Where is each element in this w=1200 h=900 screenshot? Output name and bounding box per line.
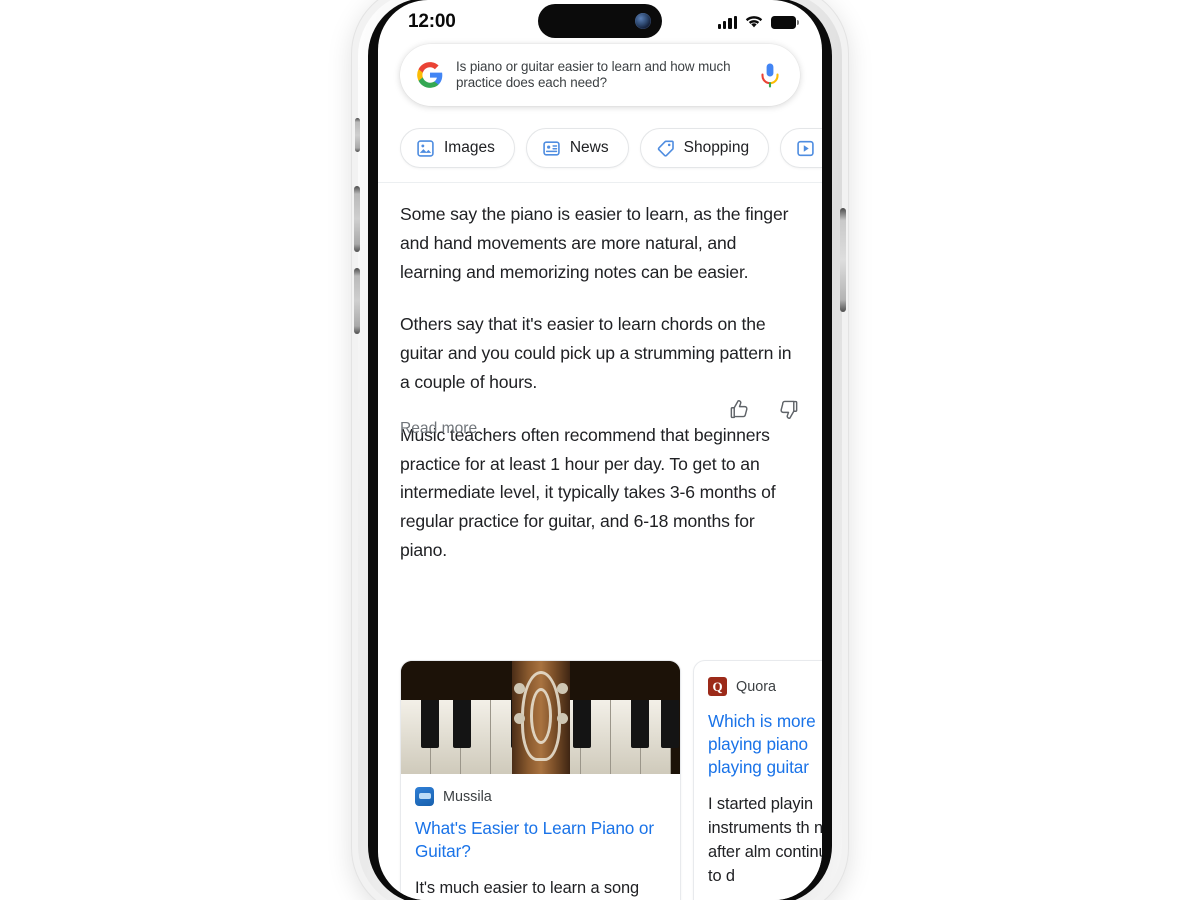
card-source-row: Q Quora [708, 677, 822, 696]
microphone-icon[interactable] [758, 62, 782, 88]
status-bar-clock: 12:00 [408, 11, 456, 32]
google-g-logo [417, 62, 443, 88]
video-play-icon [797, 140, 814, 156]
mussila-favicon [415, 787, 434, 806]
card-title-link[interactable]: What's Easier to Learn Piano or Guitar? [415, 817, 666, 863]
ai-answer-block: Some say the piano is easier to learn, a… [378, 200, 822, 565]
cellular-signal-icon [717, 15, 737, 29]
status-bar-indicators [717, 15, 800, 29]
card-snippet: It's much easier to learn a song [415, 879, 640, 897]
wifi-icon [745, 16, 763, 28]
header-divider [378, 182, 822, 183]
dynamic-island [538, 4, 662, 38]
result-cards-row: Mussila What's Easier to Learn Piano or … [378, 660, 822, 900]
chip-shopping[interactable]: Shopping [639, 128, 770, 168]
news-icon [543, 140, 560, 156]
screenshot-stage: 12:00 Is piano or guitar easier to learn… [0, 0, 1200, 900]
chip-label: Shopping [683, 139, 750, 156]
card-source-name: Quora [736, 678, 776, 695]
search-filter-chips: Images News Shopping [378, 122, 822, 174]
search-bar-container: Is piano or guitar easier to learn and h… [378, 44, 822, 106]
chip-label: Images [444, 139, 495, 156]
volume-down-button[interactable] [354, 268, 360, 334]
card-body: Mussila What's Easier to Learn Piano or … [401, 774, 680, 900]
answer-paragraph: Others say that it's easier to learn cho… [400, 314, 792, 392]
guitar-headstock [511, 661, 570, 774]
price-tag-icon [657, 139, 674, 157]
answer-paragraph: Some say the piano is easier to learn, a… [400, 204, 789, 282]
card-source-name: Mussila [443, 788, 492, 805]
card-title-link[interactable]: Which is more playing piano playing guit… [708, 710, 822, 779]
feedback-controls [728, 398, 800, 421]
battery-full-icon [771, 15, 800, 29]
front-camera-lens-icon [635, 13, 651, 29]
card-thumbnail-image [401, 661, 680, 774]
result-card-mussila[interactable]: Mussila What's Easier to Learn Piano or … [400, 660, 681, 900]
search-bar[interactable]: Is piano or guitar easier to learn and h… [400, 44, 800, 106]
read-more-link[interactable]: Read more [400, 420, 477, 438]
card-source-row: Mussila [415, 787, 666, 806]
quora-favicon: Q [708, 677, 727, 696]
chip-images[interactable]: Images [400, 128, 515, 168]
image-icon [417, 139, 434, 157]
chip-label: News [569, 139, 609, 156]
card-body: Q Quora Which is more playing piano play… [694, 661, 822, 888]
search-query-text[interactable]: Is piano or guitar easier to learn and h… [456, 59, 746, 92]
thumb-down-icon[interactable] [777, 398, 800, 421]
result-card-quora[interactable]: Q Quora Which is more playing piano play… [693, 660, 822, 900]
chip-news[interactable]: News [525, 128, 629, 168]
volume-up-button[interactable] [354, 186, 360, 252]
answer-paragraph: Music teachers often recommend that begi… [400, 424, 776, 560]
card-snippet: I started playin instruments th now, aft… [708, 795, 822, 885]
chip-videos[interactable]: Vid [780, 128, 822, 168]
phone-screen: 12:00 Is piano or guitar easier to learn… [378, 0, 822, 900]
thumb-up-icon[interactable] [728, 398, 751, 421]
mute-switch-button[interactable] [355, 118, 360, 152]
power-button[interactable] [840, 208, 846, 312]
